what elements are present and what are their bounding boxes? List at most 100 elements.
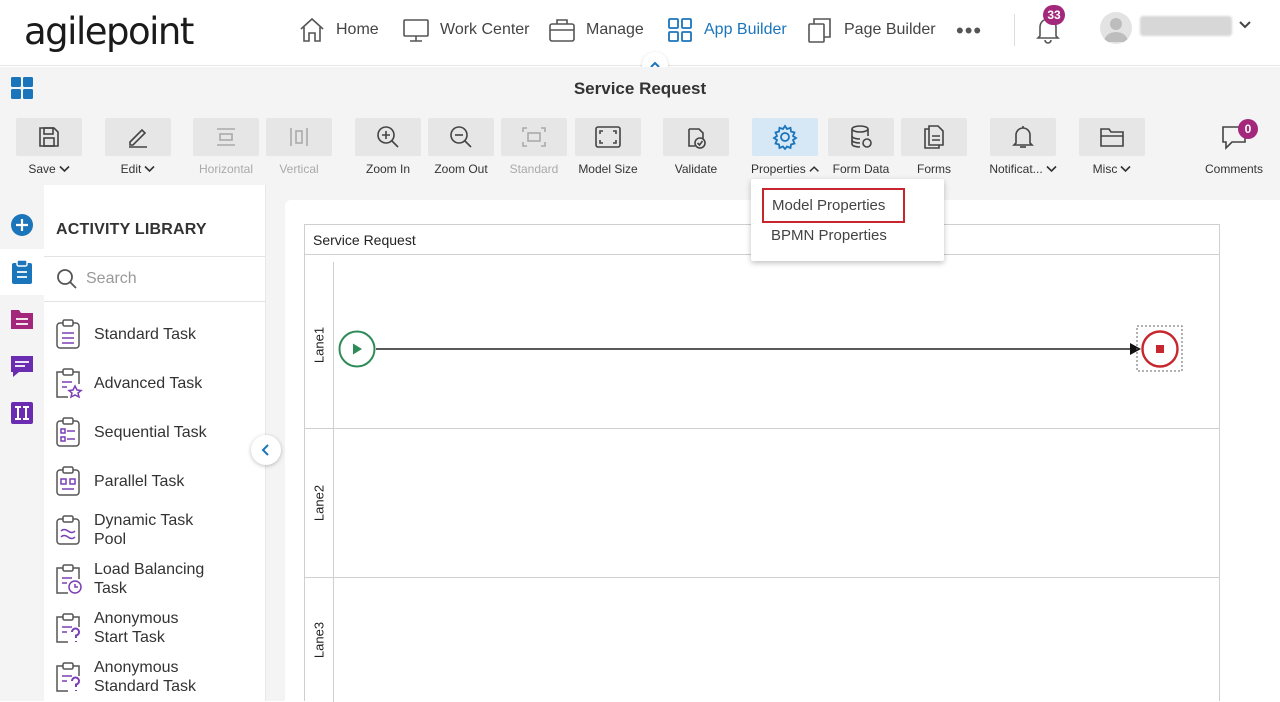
search-input[interactable] — [86, 270, 246, 288]
rail-messages[interactable] — [0, 343, 44, 389]
integration-icon — [11, 402, 33, 424]
edit-label: Edit — [120, 162, 142, 176]
start-event[interactable] — [338, 330, 376, 368]
model-size-label: Model Size — [578, 162, 638, 176]
nav-app-builder[interactable]: App Builder — [666, 14, 787, 46]
monitor-icon — [403, 19, 429, 42]
nav-work-center-label: Work Center — [440, 21, 530, 38]
agilepoint-logo[interactable]: agilepoint — [24, 12, 194, 52]
nav-home-label: Home — [336, 21, 379, 38]
end-event[interactable] — [1136, 325, 1183, 372]
page-title: Service Request — [573, 79, 707, 98]
zoom-out-label: Zoom Out — [434, 162, 488, 176]
chevron-down-icon — [1046, 165, 1057, 173]
save-icon — [39, 127, 59, 147]
rail-integrations[interactable] — [0, 390, 44, 436]
forms-button[interactable]: Forms — [900, 118, 968, 182]
library-item-label: Advanced Task — [94, 374, 203, 392]
notifications-button[interactable]: Notificat... — [989, 118, 1057, 182]
misc-icon-wrap — [1079, 118, 1145, 156]
library-item-advanced-task[interactable]: Advanced Task — [54, 360, 259, 406]
nav-home[interactable]: Home — [298, 14, 379, 46]
library-item-label: Parallel Task — [94, 472, 185, 490]
library-item-sequential-task[interactable]: Sequential Task — [54, 409, 259, 455]
activity-library-panel: ACTIVITY LIBRARY Standard Task Advanced … — [44, 185, 266, 701]
properties-dropdown-menu: Model Properties BPMN Properties — [751, 179, 944, 261]
library-item-standard-task[interactable]: Standard Task — [54, 311, 259, 357]
library-item-load-balancing-task[interactable]: Load Balancing Task — [54, 556, 259, 602]
forms-icon — [924, 125, 944, 149]
parallel-task-icon — [56, 466, 80, 496]
database-icon — [851, 125, 872, 148]
lane-2[interactable]: Lane2 — [305, 429, 1219, 578]
horizontal-layout-button[interactable]: Horizontal — [192, 118, 260, 182]
pool-name: Service Request — [313, 232, 416, 248]
nav-divider — [1014, 14, 1015, 46]
library-item-label: Load Balancing Task — [94, 561, 205, 597]
anonymous-standard-task-icon — [56, 662, 80, 692]
process-flow — [338, 325, 1183, 372]
pencil-icon — [129, 128, 147, 148]
library-item-label: Dynamic Task Pool — [94, 512, 194, 548]
vertical-layout-button[interactable]: Vertical — [265, 118, 333, 182]
comments-count-badge: 0 — [1238, 119, 1258, 139]
form-data-button[interactable]: Form Data — [827, 118, 895, 182]
nav-manage-label: Manage — [586, 21, 644, 38]
sequence-flow-arrow[interactable] — [376, 343, 1141, 355]
standard-zoom-button[interactable]: Standard — [500, 118, 568, 182]
bell-icon — [1012, 126, 1034, 148]
collapse-library-button[interactable] — [251, 435, 281, 465]
folder-form-icon — [11, 310, 33, 329]
home-icon — [300, 17, 324, 42]
chevron-down-icon[interactable] — [1238, 18, 1252, 32]
validate-label: Validate — [674, 162, 718, 176]
more-menu-button[interactable]: ••• — [956, 18, 982, 44]
library-item-label: Standard Task — [94, 325, 196, 343]
briefcase-icon — [549, 19, 575, 42]
plus-circle-icon — [11, 214, 33, 236]
notifications-label: Notificat... — [989, 162, 1043, 176]
misc-label: Misc — [1092, 162, 1118, 176]
rail-activity-library[interactable] — [0, 249, 44, 295]
edit-button[interactable]: Edit — [104, 118, 172, 182]
zoom-in-button[interactable]: Zoom In — [354, 118, 422, 182]
zoom-out-button[interactable]: Zoom Out — [427, 118, 495, 182]
properties-button[interactable]: Properties — [751, 118, 819, 182]
menu-item-bpmn-properties[interactable]: BPMN Properties — [762, 219, 905, 254]
nav-page-builder[interactable]: Page Builder — [806, 14, 936, 46]
library-item-dynamic-task-pool[interactable]: Dynamic Task Pool — [54, 507, 259, 553]
activity-library-title: ACTIVITY LIBRARY — [56, 221, 207, 238]
load-balancing-task-icon — [56, 564, 82, 594]
properties-icon-wrap — [752, 118, 818, 156]
add-activity-button[interactable] — [0, 202, 44, 248]
save-icon-wrap — [16, 118, 82, 156]
nav-manage[interactable]: Manage — [548, 14, 644, 46]
vertical-icon-wrap — [266, 118, 332, 156]
folder-icon — [1100, 128, 1124, 147]
menu-item-model-properties[interactable]: Model Properties — [762, 188, 905, 223]
library-item-anonymous-start-task[interactable]: Anonymous Start Task — [54, 605, 259, 651]
model-size-button[interactable]: Model Size — [574, 118, 642, 182]
username-redacted[interactable] — [1140, 16, 1232, 36]
grid-icon — [668, 18, 692, 42]
nav-work-center[interactable]: Work Center — [402, 14, 530, 46]
left-rail — [0, 185, 44, 701]
standard-task-icon — [56, 319, 80, 349]
horizontal-label: Horizontal — [198, 162, 254, 176]
library-item-parallel-task[interactable]: Parallel Task — [54, 458, 259, 504]
chevron-down-icon — [144, 165, 155, 173]
lane-3[interactable]: Lane3 — [305, 578, 1219, 702]
save-button[interactable]: Save — [15, 118, 83, 182]
zoom-in-label: Zoom In — [365, 162, 410, 176]
misc-button[interactable]: Misc — [1078, 118, 1146, 182]
edit-icon-wrap — [105, 118, 171, 156]
library-item-anonymous-standard-task[interactable]: Anonymous Standard Task — [54, 654, 259, 700]
rail-forms[interactable] — [0, 296, 44, 342]
zoom-out-icon-wrap — [428, 118, 494, 156]
vertical-label: Vertical — [279, 162, 319, 176]
avatar[interactable] — [1100, 12, 1132, 44]
lane-label-column: Lane3 — [305, 578, 334, 702]
library-item-label: Anonymous Start Task — [94, 610, 179, 646]
validate-button[interactable]: Validate — [662, 118, 730, 182]
message-icon — [11, 356, 33, 377]
